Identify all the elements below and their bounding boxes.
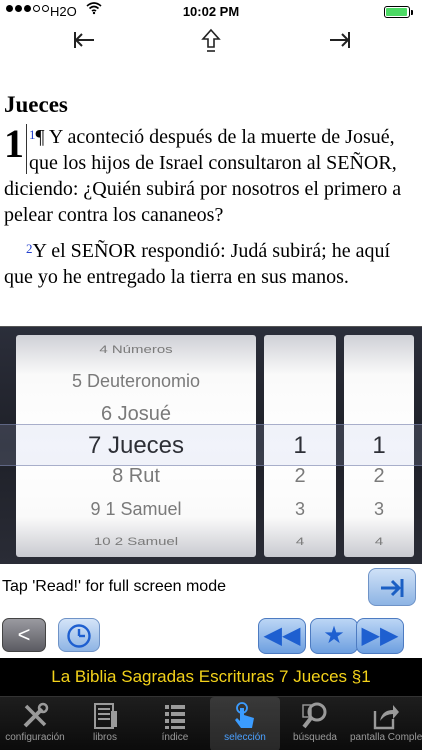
picker-row[interactable]: 5 Deuteronomio xyxy=(16,371,256,392)
picker-row-selected[interactable]: 1 xyxy=(344,432,414,460)
app-screen: H2O 10:02 PM Jueces 1 1¶ Y aconteció des… xyxy=(0,0,422,750)
tab-configuracion[interactable]: configuración xyxy=(0,697,70,750)
chapter-wheel[interactable]: 1 2 3 4 xyxy=(264,335,336,557)
verse-text: Y el SEÑOR respondió: Judá subirá; he aq… xyxy=(4,240,391,288)
verse-text: ¶ Y aconteció después de la muerte de Jo… xyxy=(4,126,402,226)
tab-label: libros xyxy=(93,732,117,743)
tab-indice[interactable]: índice xyxy=(140,697,210,750)
top-navigation xyxy=(0,24,422,64)
location-banner: La Biblia Sagradas Escrituras 7 Jueces §… xyxy=(0,658,422,696)
arrow-left-bar-icon[interactable] xyxy=(64,28,104,59)
read-button[interactable] xyxy=(368,568,416,606)
control-row: < ◀◀ ★ ▶▶ xyxy=(0,610,422,658)
battery-level xyxy=(386,8,407,16)
arrow-right-bar-icon xyxy=(381,579,404,597)
passage-picker: 4 Números 5 Deuteronomio 6 Josué 7 Jueces 8 … xyxy=(0,326,422,564)
back-button[interactable]: < xyxy=(2,618,46,652)
picker-row[interactable]: 6 Josué xyxy=(16,403,256,426)
tap-hand-icon xyxy=(235,702,254,728)
share-icon xyxy=(373,705,399,730)
picker-row[interactable]: 2 xyxy=(344,465,414,488)
verse-number[interactable]: 1 xyxy=(29,127,36,142)
book-wheel[interactable]: 4 Números 5 Deuteronomio 6 Josué 7 Jueces 8 … xyxy=(16,335,256,557)
tab-label: pantalla Completa xyxy=(350,732,422,743)
picker-row[interactable]: 2 xyxy=(264,465,336,488)
picker-row[interactable]: 3 xyxy=(344,499,414,520)
picker-row[interactable]: 3 xyxy=(264,499,336,520)
status-bar: H2O 10:02 PM xyxy=(0,0,422,24)
verse-wheel[interactable]: 1 2 3 4 xyxy=(344,335,414,557)
arrow-up-outline-icon[interactable] xyxy=(191,28,231,61)
tab-libros[interactable]: libros xyxy=(70,697,140,750)
magnifier-icon xyxy=(302,702,327,729)
books-icon xyxy=(94,703,117,729)
tab-seleccion[interactable]: selección xyxy=(210,697,280,750)
fast-forward-button[interactable]: ▶▶ xyxy=(356,618,404,654)
bookmark-star-button[interactable]: ★ xyxy=(310,618,358,654)
hint-text: Tap 'Read!' for full screen mode xyxy=(2,578,226,595)
chapter-number: 1 xyxy=(4,124,27,174)
clock-icon xyxy=(67,624,91,648)
battery-icon xyxy=(384,6,413,18)
tab-label: búsqueda xyxy=(293,732,337,743)
picker-row[interactable]: 9 1 Samuel xyxy=(16,499,256,520)
list-icon xyxy=(165,705,185,729)
book-title: Jueces xyxy=(4,92,68,117)
verse-paragraph: 2Y el SEÑOR respondió: Judá subirá; he a… xyxy=(4,238,412,290)
picker-row[interactable]: 8 Rut xyxy=(16,465,256,488)
picker-row-selected[interactable]: 1 xyxy=(264,432,336,460)
picker-row[interactable]: 4 Números xyxy=(16,343,256,356)
tab-label: índice xyxy=(161,732,189,743)
tab-bar: configuración libros índice selección bú… xyxy=(0,696,422,750)
picker-row-selected[interactable]: 7 Jueces xyxy=(16,432,256,460)
tab-label: selección xyxy=(224,732,266,743)
picker-row[interactable]: 4 xyxy=(264,535,336,548)
status-time: 10:02 PM xyxy=(182,4,240,19)
bible-text-view[interactable]: Jueces 1 1¶ Y aconteció después de la mu… xyxy=(0,88,422,326)
tools-icon xyxy=(23,702,49,728)
arrow-right-bar-icon[interactable] xyxy=(320,28,360,59)
verse-number[interactable]: 2 xyxy=(26,241,33,256)
verse-paragraph: 1 1¶ Y aconteció después de la muerte de… xyxy=(4,124,412,228)
picker-row[interactable]: 4 xyxy=(344,535,414,548)
tab-label: configuración xyxy=(5,732,65,743)
tab-pantalla-completa[interactable]: pantalla Completa xyxy=(350,697,422,750)
hint-bar: Tap 'Read!' for full screen mode xyxy=(0,564,422,610)
history-button[interactable] xyxy=(58,618,100,652)
rewind-button[interactable]: ◀◀ xyxy=(258,618,306,654)
picker-row[interactable]: 10 2 Samuel xyxy=(16,535,256,548)
tab-busqueda[interactable]: búsqueda xyxy=(280,697,350,750)
